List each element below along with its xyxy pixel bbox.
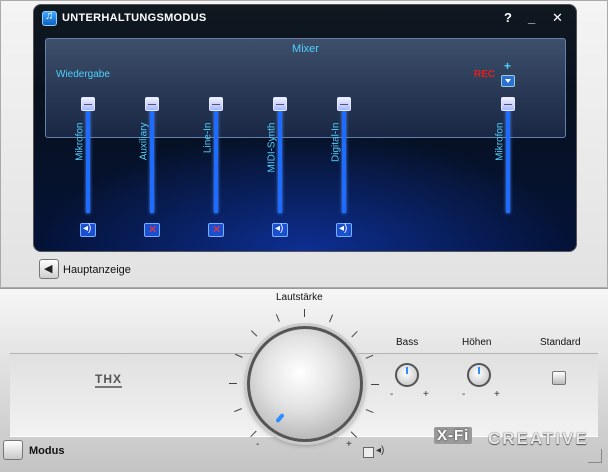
treble-knob[interactable] bbox=[467, 363, 491, 387]
channel-label: Auxiliary bbox=[138, 122, 150, 161]
treble-label: Höhen bbox=[462, 337, 492, 348]
mixer-title: Mixer bbox=[292, 43, 319, 55]
playback-label: Wiedergabe bbox=[56, 69, 110, 80]
dial-tick bbox=[234, 408, 242, 413]
dial-tick bbox=[234, 353, 243, 358]
volume-slider-track[interactable] bbox=[86, 105, 90, 213]
dial-tick bbox=[229, 383, 237, 384]
back-arrow-icon[interactable] bbox=[39, 259, 59, 279]
rec-source-dropdown[interactable] bbox=[501, 75, 515, 87]
standard-button[interactable] bbox=[552, 371, 566, 385]
volume-max-label: + bbox=[346, 439, 352, 450]
volume-label: Lautstärke bbox=[276, 292, 323, 303]
volume-slider-track[interactable] bbox=[214, 105, 218, 213]
control-panel: THX Lautstärke - + Bass - + Höhen - + St… bbox=[0, 288, 608, 472]
rec-add-button[interactable]: + bbox=[504, 59, 511, 73]
xfi-logo: X-Fi bbox=[434, 427, 473, 444]
dial-tick bbox=[365, 409, 374, 414]
channel-digital-in: Digital-In bbox=[330, 97, 356, 245]
volume-knob[interactable] bbox=[247, 326, 363, 442]
channel-label: Digital-In bbox=[330, 122, 342, 162]
mini-speaker-icon: ◂) bbox=[376, 445, 385, 456]
minimize-button[interactable]: _ bbox=[528, 10, 535, 25]
mixer-window: UNTERHALTUNGSMODUS ? _ ✕ Mixer Wiedergab… bbox=[0, 0, 608, 288]
speaker-muted-icon[interactable] bbox=[144, 223, 160, 237]
treble-max-label: + bbox=[494, 389, 500, 400]
dial-tick bbox=[351, 330, 358, 338]
channel-label: Mikrofon bbox=[494, 122, 506, 161]
app-music-icon bbox=[42, 10, 57, 26]
dial-tick bbox=[250, 430, 257, 438]
rec-slider-thumb[interactable] bbox=[501, 97, 515, 111]
main-view-label[interactable]: Hauptanzeige bbox=[63, 264, 131, 276]
channel-auxiliary: Auxiliary bbox=[138, 97, 164, 245]
dial-tick bbox=[250, 330, 258, 337]
creative-logo: CREATIVE bbox=[488, 429, 589, 448]
rec-label: REC bbox=[474, 69, 496, 80]
channel-midi-synth: MIDI-Synth bbox=[266, 97, 292, 245]
bass-min-label: - bbox=[390, 389, 394, 400]
speaker-muted-icon[interactable] bbox=[208, 223, 224, 237]
volume-slider-thumb[interactable] bbox=[81, 97, 95, 111]
volume-dial-area bbox=[229, 309, 380, 459]
mini-mode-button[interactable] bbox=[363, 447, 374, 458]
channel-rec-mikrofon: Mikrofon bbox=[494, 97, 520, 245]
mode-icon[interactable] bbox=[3, 440, 23, 460]
bass-knob[interactable] bbox=[395, 363, 419, 387]
dial-tick bbox=[329, 314, 334, 323]
dial-tick bbox=[365, 354, 374, 359]
rec-slider-track[interactable] bbox=[506, 105, 510, 213]
volume-slider-track[interactable] bbox=[278, 105, 282, 213]
channel-label: Line-In bbox=[202, 122, 214, 154]
volume-indicator bbox=[275, 412, 285, 424]
resize-grip[interactable] bbox=[588, 449, 602, 463]
volume-slider-track[interactable] bbox=[150, 105, 154, 213]
channel-label: MIDI-Synth bbox=[266, 122, 278, 173]
speaker-icon[interactable] bbox=[272, 223, 288, 237]
treble-min-label: - bbox=[462, 389, 466, 400]
volume-min-label: - bbox=[256, 439, 260, 450]
mixer-panel: Mixer Wiedergabe REC + bbox=[45, 38, 566, 138]
dial-tick bbox=[350, 431, 358, 438]
dial-tick bbox=[371, 384, 379, 385]
channel-line-in: Line-In bbox=[202, 97, 228, 245]
title-bar: UNTERHALTUNGSMODUS ? _ ✕ bbox=[42, 10, 570, 31]
volume-slider-thumb[interactable] bbox=[209, 97, 223, 111]
mixer-display: UNTERHALTUNGSMODUS ? _ ✕ Mixer Wiedergab… bbox=[33, 4, 577, 252]
help-button[interactable]: ? bbox=[504, 10, 512, 25]
volume-slider-track[interactable] bbox=[342, 105, 346, 213]
standard-label: Standard bbox=[540, 337, 581, 348]
channel-label: Mikrofon bbox=[74, 122, 86, 161]
dial-tick bbox=[304, 309, 305, 317]
volume-slider-thumb[interactable] bbox=[337, 97, 351, 111]
bass-label: Bass bbox=[396, 337, 419, 348]
speaker-icon[interactable] bbox=[336, 223, 352, 237]
close-button[interactable]: ✕ bbox=[552, 10, 563, 26]
bass-max-label: + bbox=[423, 389, 429, 400]
volume-slider-thumb[interactable] bbox=[145, 97, 159, 111]
volume-slider-thumb[interactable] bbox=[273, 97, 287, 111]
thx-logo: THX bbox=[95, 372, 122, 388]
dial-tick bbox=[275, 314, 280, 322]
speaker-icon[interactable] bbox=[80, 223, 96, 237]
mode-label[interactable]: Modus bbox=[29, 445, 64, 457]
channel-mikrofon: Mikrofon bbox=[74, 97, 100, 245]
window-title: UNTERHALTUNGSMODUS bbox=[62, 12, 207, 24]
